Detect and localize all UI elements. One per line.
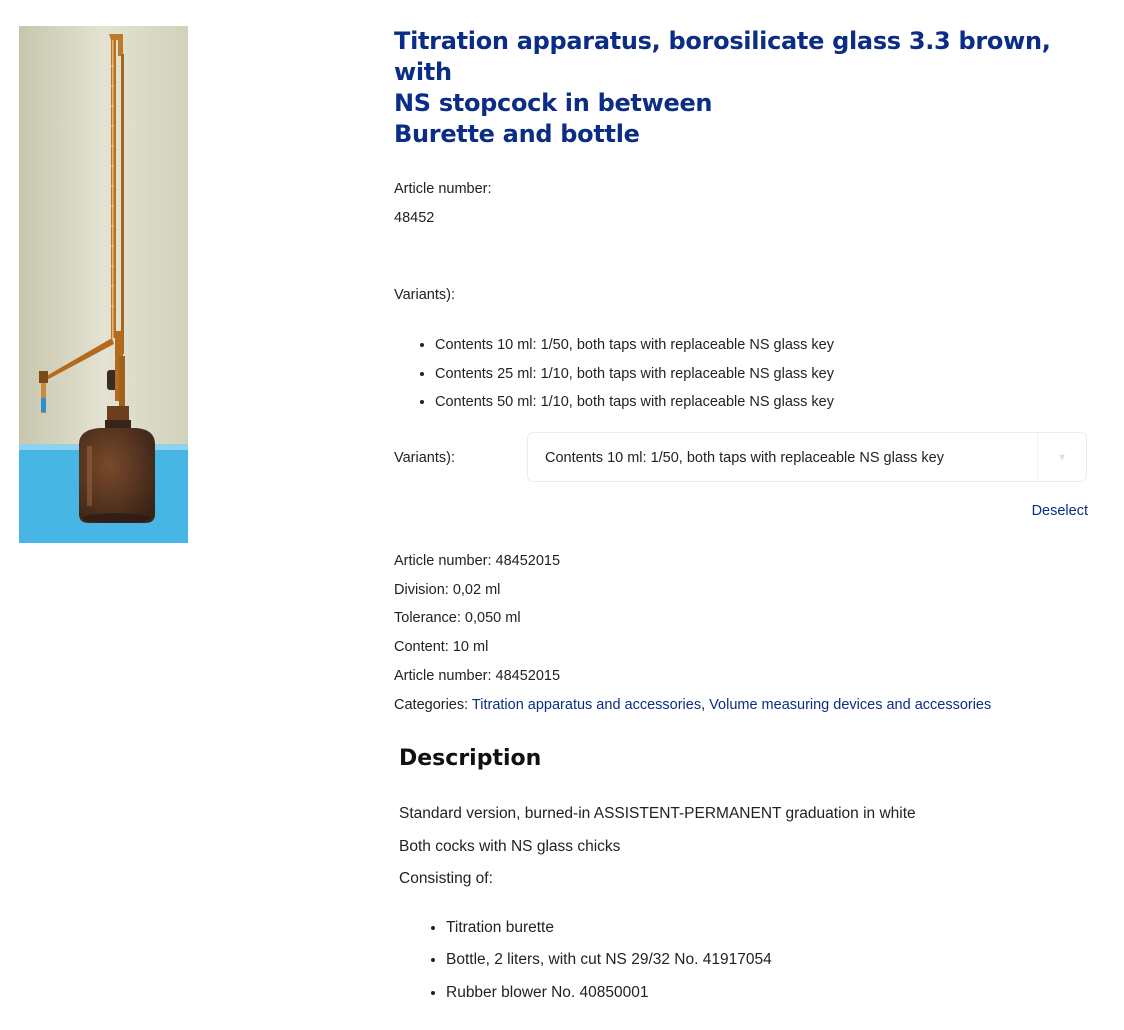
deselect-link[interactable]: Deselect [1032,499,1088,523]
consisting-item: Bottle, 2 liters, with cut NS 29/32 No. … [446,944,1089,977]
variant-selector-row: Variants): Contents 10 ml: 1/50, both ta… [394,432,1088,484]
product-info: Titration apparatus, borosilicate glass … [394,26,1088,1001]
category-link-volume[interactable]: Volume measuring devices and accessories [709,697,991,713]
product-title: Titration apparatus, borosilicate glass … [394,26,1088,150]
title-line-2: NS stopcock in between [394,89,713,117]
variant-item: Contents 25 ml: 1/10, both taps with rep… [435,360,834,389]
article-number-label: Article number: [394,181,492,197]
variants-heading: Variants): [394,287,455,303]
description-line: Standard version, burned-in ASSISTENT-PE… [399,805,916,822]
description-section: Description Standard version, burned-in … [399,742,1089,1009]
category-link-titration[interactable]: Titration apparatus and accessories [472,697,701,713]
title-line-1: Titration apparatus, borosilicate glass … [394,27,1051,86]
article-number-block: Article number: 48452 [394,175,492,233]
spec-categories: Categories: Titration apparatus and acce… [394,691,991,720]
variant-item: Contents 50 ml: 1/10, both taps with rep… [435,388,834,417]
title-line-3: Burette and bottle [394,120,640,148]
consisting-item: Rubber blower No. 40850001 [446,977,1089,1010]
category-separator: , [701,696,710,713]
categories-label: Categories: [394,696,472,713]
spec-content: Content: 10 ml [394,639,489,656]
spec-article-number: Article number: 48452015 [394,553,561,569]
variant-specs: Article number: 48452015 Division: 0,02 … [394,547,991,719]
consisting-list: Titration burette Bottle, 2 liters, with… [399,912,1089,1010]
spec-division: Division: 0,02 ml [394,581,501,598]
chevron-down-icon[interactable]: ▾ [1037,433,1086,481]
selected-variant-value: Contents 10 ml: 1/50, both taps with rep… [545,450,944,466]
description-line: Consisting of: [399,870,493,887]
description-heading: Description [399,746,542,771]
variant-select[interactable]: Contents 10 ml: 1/50, both taps with rep… [527,432,1087,482]
spec-tolerance: Tolerance: 0,050 ml [394,610,521,627]
variant-item: Contents 10 ml: 1/50, both taps with rep… [435,331,834,360]
consisting-item: Titration burette [446,912,1089,945]
variant-selector-label: Variants): [394,450,455,466]
product-image[interactable] [19,26,188,543]
spec-article-number-2: Article number: 48452015 [394,667,561,684]
article-number-value: 48452 [394,210,435,226]
description-line: Both cocks with NS glass chicks [399,837,621,855]
variant-list: Contents 10 ml: 1/50, both taps with rep… [394,331,834,417]
burette-photo [19,26,188,543]
